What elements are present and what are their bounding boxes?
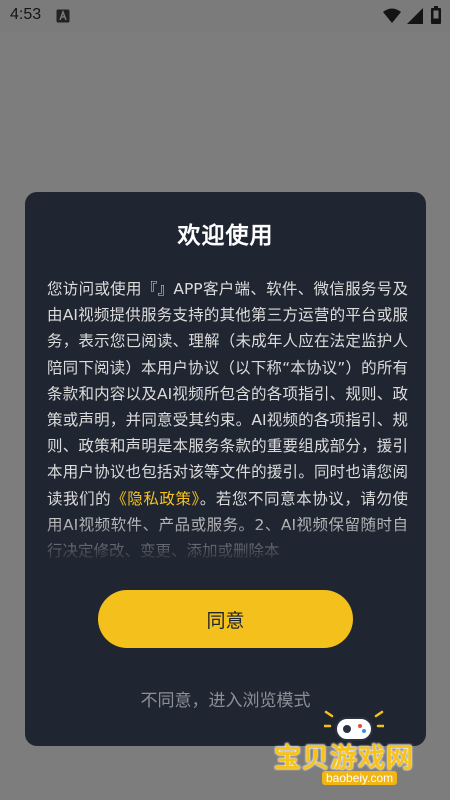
welcome-dialog: 欢迎使用 您访问或使用『』APP客户端、软件、微信服务号及由AI视频提供服务支持… <box>25 192 426 746</box>
decline-browse-mode-button[interactable]: 不同意，进入浏览模式 <box>25 686 426 711</box>
privacy-policy-link[interactable]: 《隐私政策》 <box>111 490 200 508</box>
battery-icon <box>431 6 441 24</box>
wifi-icon <box>383 8 401 23</box>
status-bar: 4:53 <box>0 0 450 32</box>
notification-a-icon <box>56 9 70 23</box>
dialog-title: 欢迎使用 <box>177 223 274 249</box>
agree-button[interactable]: 同意 <box>98 590 353 648</box>
text-fade-overlay <box>25 512 426 592</box>
watermark-domain: baobeiy.com <box>322 771 398 785</box>
watermark: 宝贝游戏网 baobeiy.com <box>270 710 440 788</box>
agreement-text-part: 您访问或使用『』APP客户端、软件、微信服务号及由AI视频提供服务支持的其他第三… <box>47 280 408 508</box>
signal-icon <box>407 8 423 24</box>
status-time: 4:53 <box>10 6 42 23</box>
watermark-name: 宝贝游戏网 <box>274 743 414 774</box>
